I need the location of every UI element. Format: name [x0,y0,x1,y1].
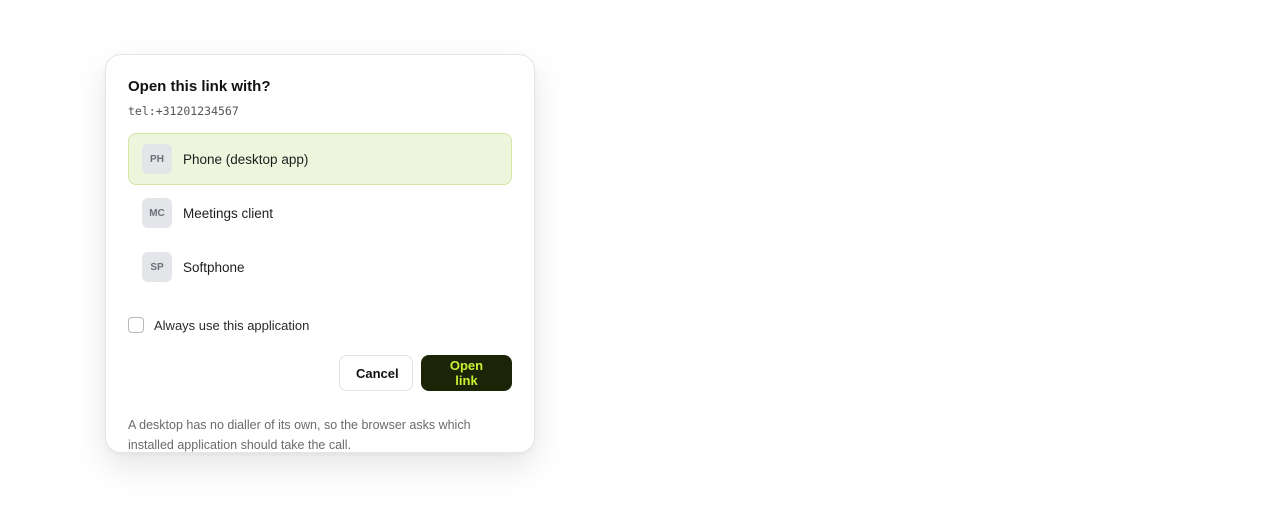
dialog-actions: Cancel Open link [128,355,512,391]
dialog-footnote: A desktop has no dialler of its own, so … [128,418,471,452]
app-badge-softphone: SP [142,252,172,282]
app-badge-meetings-client: MC [142,198,172,228]
page: Open this link with? tel:+31201234567 PH… [0,0,1280,508]
always-use-checkbox[interactable] [128,317,144,333]
app-option-phone[interactable]: PH Phone (desktop app) [128,133,512,185]
open-with-dialog: Open this link with? tel:+31201234567 PH… [105,54,535,453]
link-url: tel:+31201234567 [128,104,239,118]
open-link-button[interactable]: Open link [421,355,512,391]
app-label-phone: Phone (desktop app) [183,151,309,167]
always-use-row: Always use this application [128,315,512,335]
app-option-softphone[interactable]: SP Softphone [128,241,512,293]
app-option-meetings-client[interactable]: MC Meetings client [128,187,512,239]
app-label-softphone: Softphone [183,259,245,275]
app-list: PH Phone (desktop app) MC Meetings clien… [128,133,512,293]
always-use-label[interactable]: Always use this application [154,318,309,333]
app-badge-phone: PH [142,144,172,174]
cancel-button[interactable]: Cancel [339,355,413,391]
dialog-title: Open this link with? [128,78,271,95]
app-label-meetings-client: Meetings client [183,205,274,221]
